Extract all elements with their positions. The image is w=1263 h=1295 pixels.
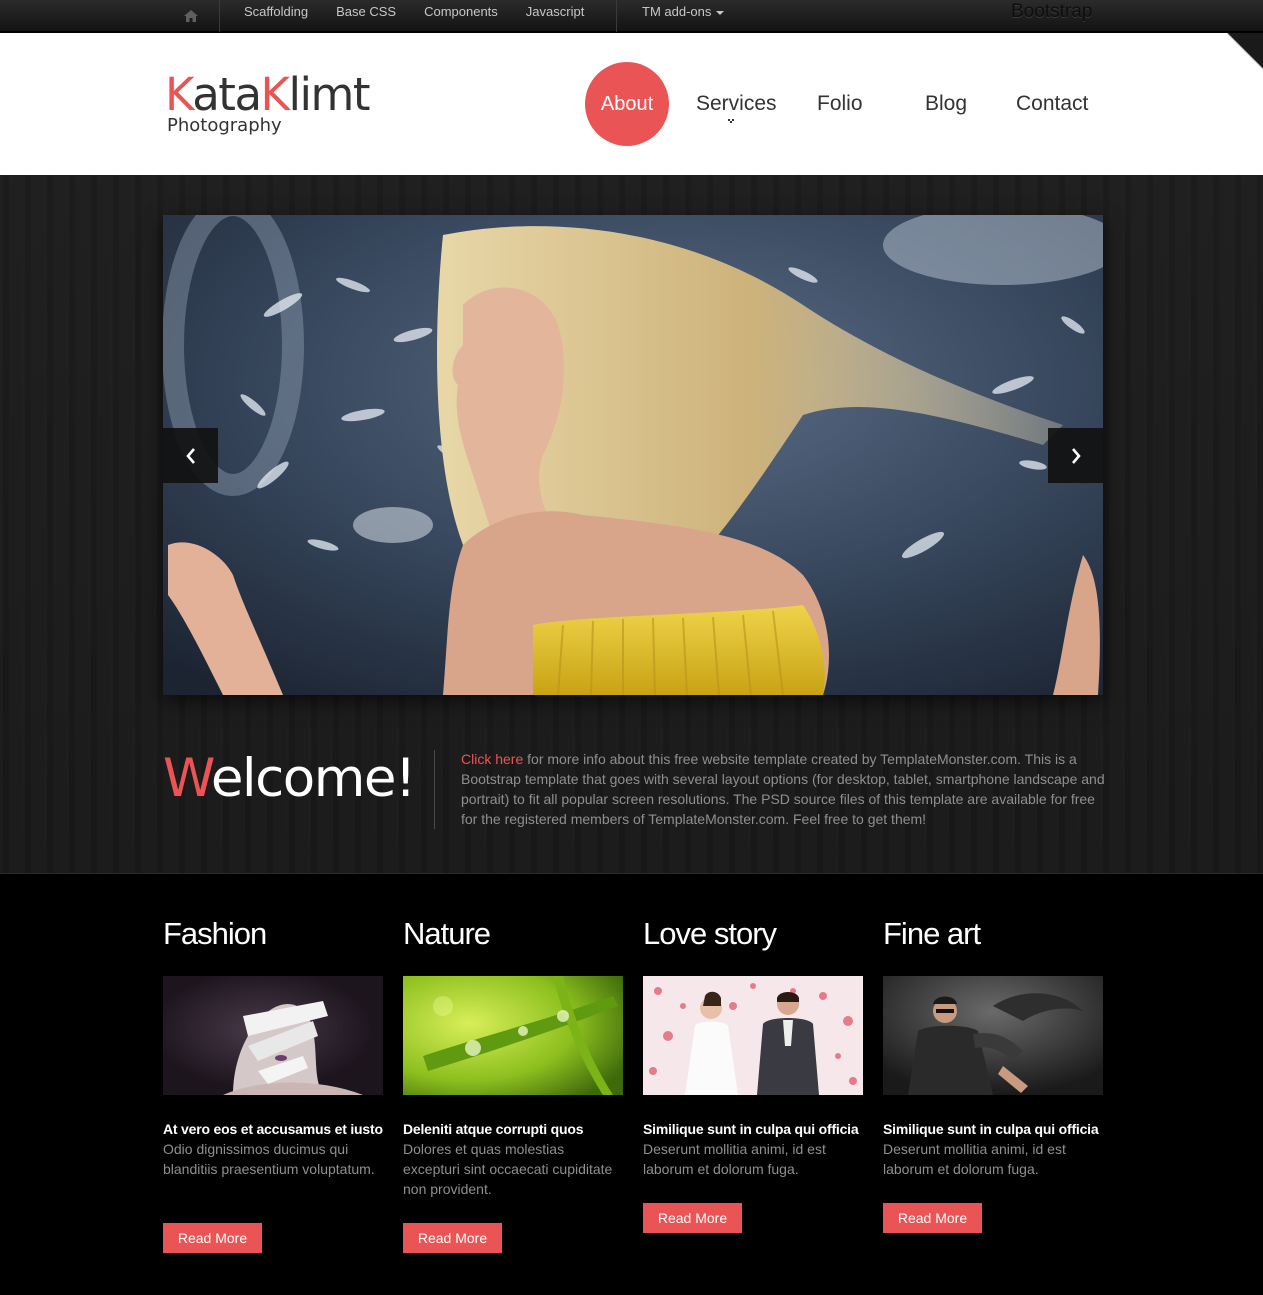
category-title: Similique sunt in culpa qui officia (883, 1121, 1099, 1137)
intro-paragraph: Click here for more info about this free… (461, 749, 1106, 829)
tm-addons-dropdown[interactable]: TM add-ons (642, 0, 725, 24)
tm-addons-label: TM add-ons (642, 4, 712, 19)
welcome-divider (434, 750, 435, 829)
category-thumbnail[interactable] (403, 976, 623, 1095)
category-thumbnail[interactable] (883, 976, 1103, 1095)
logo-text-2: limt (288, 68, 371, 121)
logo-initial-2: K (260, 68, 291, 121)
toolbar-divider (616, 0, 617, 32)
category-text: Deserunt mollitia animi, id est laborum … (643, 1141, 826, 1177)
toolbar-links: Scaffolding Base CSS Components Javascri… (220, 0, 598, 32)
category-heading: Love story (643, 916, 777, 951)
toolbar-link-javascript[interactable]: Javascript (512, 0, 599, 24)
welcome-initial: W (163, 748, 212, 809)
slide-image (163, 215, 1103, 695)
toolbar-link-base-css[interactable]: Base CSS (322, 0, 410, 24)
hero-section: Welcome! Click here for more info about … (0, 175, 1263, 874)
corner-fold-icon (1227, 33, 1263, 69)
category-thumbnail[interactable] (163, 976, 383, 1095)
top-toolbar: Scaffolding Base CSS Components Javascri… (0, 0, 1263, 32)
fine-art-image (883, 976, 1103, 1095)
logo-name: KataKlimt (165, 72, 371, 118)
welcome-heading: Welcome! (163, 748, 416, 809)
chevron-right-icon (1071, 447, 1081, 464)
toolbar-link-scaffolding[interactable]: Scaffolding (220, 0, 322, 24)
category-heading: Fashion (163, 916, 267, 951)
nav-blog[interactable]: Blog (925, 62, 967, 146)
toolbar-brand[interactable]: Bootstrap (1011, 0, 1092, 24)
category-title: Similique sunt in culpa qui officia (643, 1121, 859, 1137)
welcome-rest: elcome! (210, 748, 416, 809)
submenu-arrow-icon (728, 119, 734, 123)
click-here-link[interactable]: Click here (461, 751, 523, 767)
intro-text: for more info about this free website te… (461, 751, 1105, 827)
love-story-image (643, 976, 863, 1095)
category-title: Deleniti atque corrupti quos (403, 1121, 584, 1137)
category-text: Deserunt mollitia animi, id est laborum … (883, 1141, 1066, 1177)
category-thumbnail[interactable] (643, 976, 863, 1095)
nature-image (403, 976, 623, 1095)
site-logo[interactable]: KataKlimt Photography (165, 72, 371, 137)
read-more-button[interactable]: Read More (883, 1203, 982, 1233)
nav-services[interactable]: Services (696, 62, 777, 146)
image-slider[interactable] (163, 215, 1103, 695)
slider-prev-button[interactable] (163, 428, 218, 483)
logo-text-1: ata (192, 68, 262, 121)
category-heading: Fine art (883, 916, 981, 951)
read-more-button[interactable]: Read More (163, 1223, 262, 1253)
home-button[interactable] (163, 0, 220, 32)
category-text: Odio dignissimos ducimus qui blanditiis … (163, 1141, 375, 1177)
read-more-button[interactable]: Read More (403, 1223, 502, 1253)
categories-section: Fashion At vero eos et accusamus et iust… (0, 875, 1263, 1295)
nav-about[interactable]: About (585, 62, 669, 146)
caret-down-icon (716, 10, 725, 15)
home-icon (184, 10, 198, 22)
chevron-left-icon (185, 447, 195, 464)
nav-contact[interactable]: Contact (1016, 62, 1088, 146)
slider-next-button[interactable] (1048, 428, 1103, 483)
category-title: At vero eos et accusamus et iusto (163, 1121, 383, 1137)
category-text: Dolores et quas molestias excepturi sint… (403, 1141, 613, 1197)
site-header: KataKlimt Photography About Services Fol… (0, 33, 1263, 175)
logo-initial-1: K (165, 68, 194, 121)
toolbar-link-components[interactable]: Components (410, 0, 512, 24)
read-more-button[interactable]: Read More (643, 1203, 742, 1233)
category-heading: Nature (403, 916, 491, 951)
nav-folio[interactable]: Folio (817, 62, 863, 146)
fashion-image (163, 976, 383, 1095)
